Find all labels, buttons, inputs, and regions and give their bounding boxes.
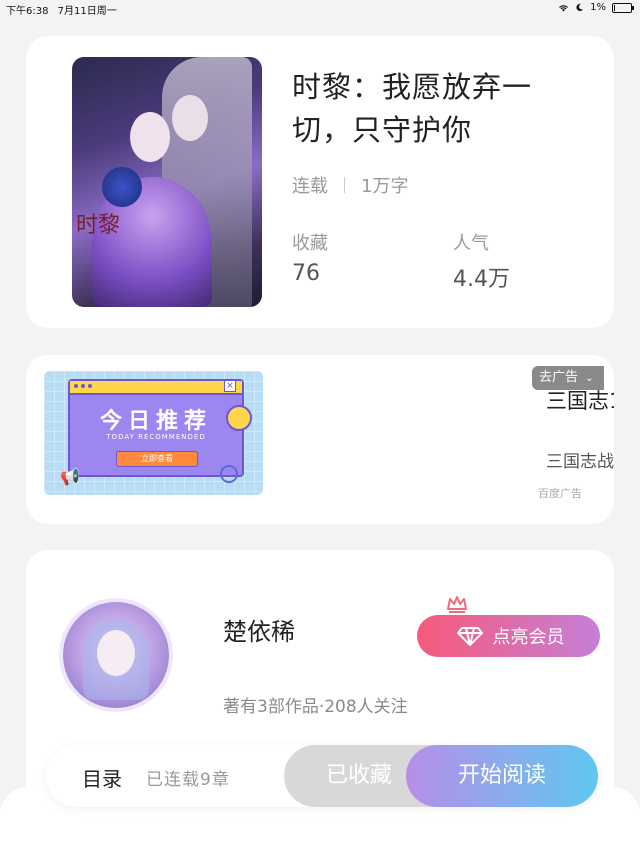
popularity-stat: 人气 4.4万 [453, 229, 510, 293]
cover-title-text: 时黎 [76, 213, 121, 238]
ad-banner-window: × 今日推荐 TODAY RECOMMENDED 立即查看 [68, 379, 244, 477]
remove-ad-label: 去广告 [539, 370, 579, 385]
favorites-value: 76 [292, 261, 320, 286]
moon-icon [576, 3, 584, 12]
author-name[interactable]: 楚依稀 [223, 612, 295, 647]
book-status: 连载 [292, 176, 328, 197]
megaphone-icon: 📢 [60, 467, 80, 486]
status-time-date: 下午6:38 7月11日周一 [6, 2, 117, 17]
book-cover-image[interactable]: 时黎 [72, 57, 262, 307]
status-date: 7月11日周一 [57, 6, 117, 17]
activate-vip-button[interactable]: 点亮会员 [417, 615, 600, 657]
battery-icon [612, 2, 634, 13]
book-word-count: 1万字 [361, 176, 409, 197]
planet-icon [226, 405, 252, 431]
popularity-label: 人气 [453, 233, 489, 254]
magnifier-icon [220, 465, 238, 483]
toc-button[interactable]: 目录 [82, 763, 122, 792]
status-bar: 下午6:38 7月11日周一 1% [0, 0, 640, 18]
author-avatar[interactable] [63, 602, 169, 708]
ad-banner-cta: 立即查看 [116, 451, 198, 467]
book-meta: 连载 1万字 [292, 172, 408, 198]
chapter-count[interactable]: 已连载9章 [146, 765, 230, 790]
wifi-icon [559, 4, 569, 12]
favorites-label: 收藏 [292, 233, 328, 254]
battery-percent: 1% [590, 2, 606, 13]
meta-divider [344, 177, 345, 193]
status-indicators: 1% [558, 2, 634, 13]
ad-card[interactable]: × 今日推荐 TODAY RECOMMENDED 立即查看 📢 三国志10 三国… [26, 355, 614, 524]
ad-banner-headline: 今日推荐 [99, 409, 212, 434]
favorites-stat: 收藏 76 [292, 229, 328, 286]
diamond-icon [456, 627, 483, 646]
status-time: 下午6:38 [6, 6, 49, 17]
ad-banner-close-icon: × [224, 380, 236, 392]
crown-icon [447, 596, 467, 613]
ad-source: 百度广告 [538, 487, 582, 500]
popularity-value: 4.4万 [453, 267, 510, 292]
book-info-card: 时黎 时黎：我愿放弃一切，只守护你 连载 1万字 收藏 76 人气 4.4万 [26, 36, 614, 328]
author-stats: 著有3部作品·208人关注 [223, 697, 408, 717]
bottom-action-bar: 目录 已连载9章 已收藏 开始阅读 [46, 745, 598, 807]
start-reading-button[interactable]: 开始阅读 [406, 745, 598, 807]
chevron-down-icon: ⌄ [585, 373, 594, 384]
remove-ad-button[interactable]: 去广告 ⌄ [532, 366, 604, 390]
ad-banner-image[interactable]: × 今日推荐 TODAY RECOMMENDED 立即查看 📢 [44, 371, 263, 495]
activate-vip-label: 点亮会员 [492, 627, 565, 648]
ad-banner-subtitle: TODAY RECOMMENDED [106, 433, 206, 441]
book-title: 时黎：我愿放弃一切，只守护你 [292, 70, 533, 147]
ad-description: 三国志战略版 [546, 452, 614, 472]
